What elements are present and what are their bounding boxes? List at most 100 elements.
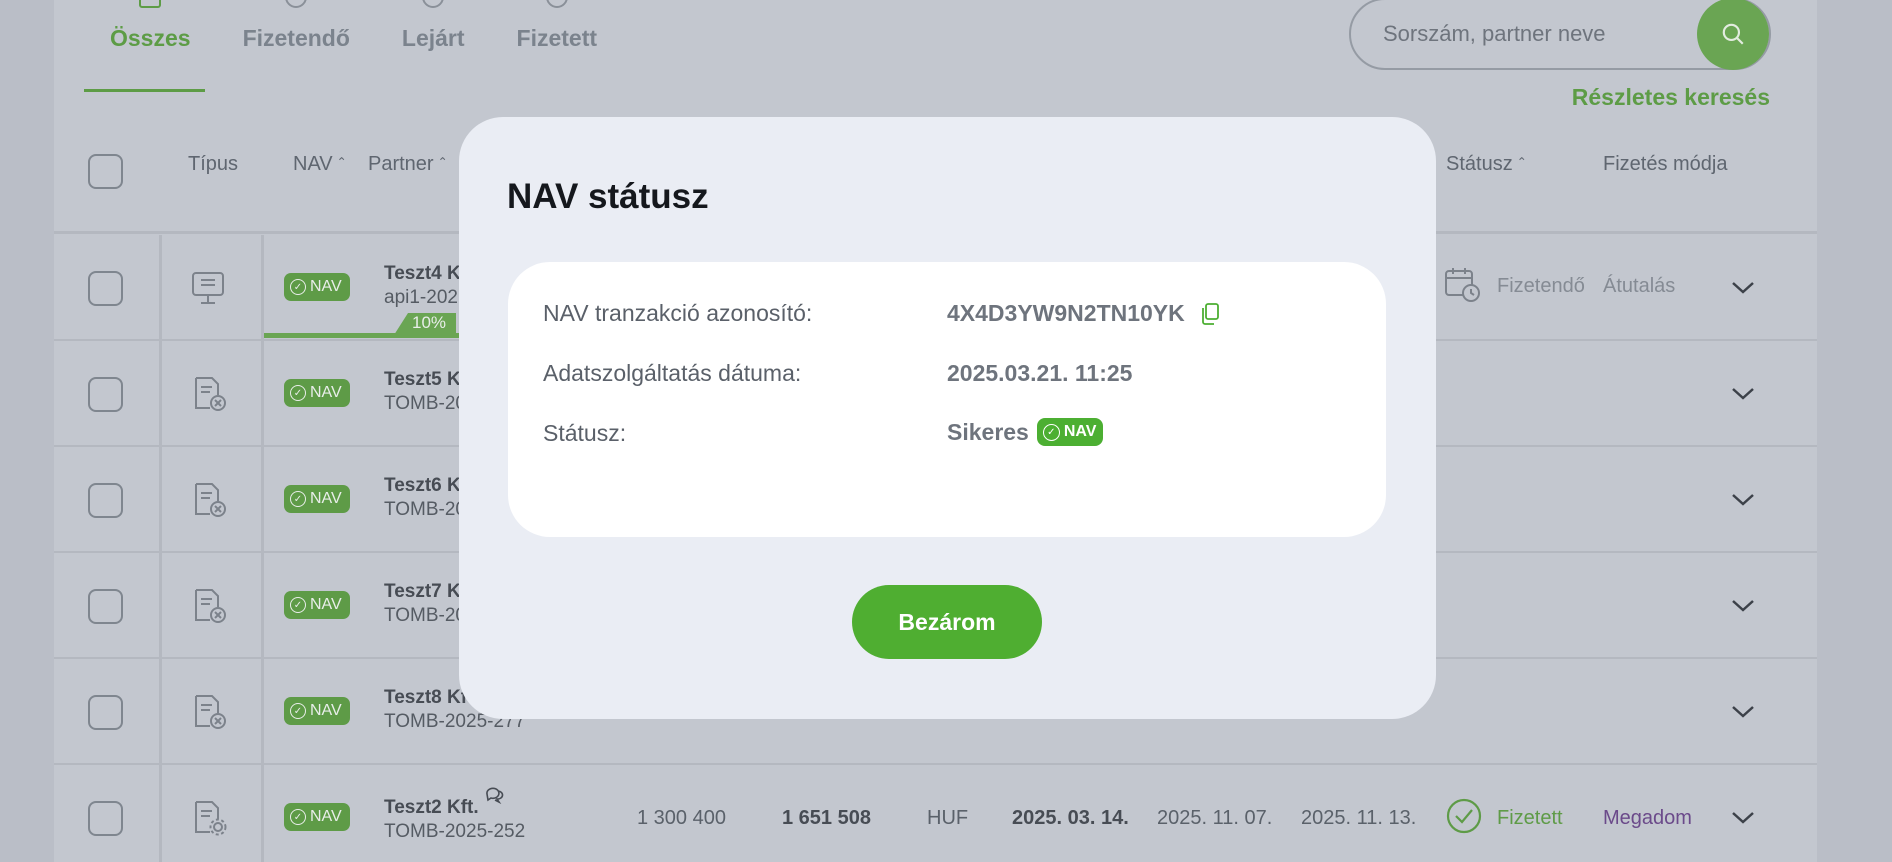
nav-badge[interactable]: ✓ NAV	[284, 697, 350, 725]
invoice-id: TOMB-2025-252	[384, 821, 526, 842]
status-label: Státusz:	[543, 420, 627, 446]
header-status[interactable]: Státusz ⌃	[1446, 153, 1527, 176]
check-icon: ✓	[290, 491, 306, 507]
divider	[261, 235, 264, 341]
divider	[159, 659, 162, 765]
row-checkbox[interactable]	[88, 801, 123, 836]
chevron-down-icon[interactable]	[1729, 379, 1757, 407]
chevron-down-icon[interactable]	[1729, 803, 1757, 831]
search-button[interactable]	[1697, 0, 1769, 70]
invoice-id: api1-202	[384, 287, 458, 308]
modal-title: NAV státusz	[507, 177, 709, 216]
tab-all[interactable]: Összes	[84, 0, 217, 96]
divider	[159, 765, 162, 862]
tab-overdue-label: Lejárt	[401, 24, 465, 51]
comment-icon[interactable]	[484, 785, 508, 805]
document-cancel-icon	[195, 589, 226, 623]
document-cancel-icon	[195, 483, 226, 517]
list-icon	[139, 0, 162, 8]
nav-badge[interactable]: ✓ NAV	[284, 273, 350, 301]
divider	[159, 341, 162, 447]
header-payment: Fizetés módja	[1603, 153, 1728, 175]
partner-name-text: Teszt2 Kft.	[384, 797, 479, 818]
divider	[261, 341, 264, 447]
payment-method: Átutalás	[1603, 275, 1676, 297]
check-icon: ✓	[290, 597, 306, 613]
nav-badge-label: NAV	[310, 490, 342, 507]
nav-badge[interactable]: ✓ NAV	[284, 379, 350, 407]
copy-icon[interactable]	[1199, 302, 1221, 326]
partner-cell: Teszt2 Kft. TOMB-2025-252	[384, 787, 526, 843]
nav-badge[interactable]: ✓ NAV	[284, 485, 350, 513]
clock-icon	[285, 0, 308, 8]
status-value: Sikeres	[947, 418, 1029, 445]
advanced-search-link[interactable]: Részletes keresés	[1572, 84, 1770, 111]
divider	[261, 447, 264, 553]
check-icon: ✓	[290, 703, 306, 719]
divider	[261, 659, 264, 765]
chevron-down-icon[interactable]	[1729, 591, 1757, 619]
chevron-down-icon[interactable]	[1729, 485, 1757, 513]
sort-icon: ⌃	[437, 155, 448, 169]
row-checkbox[interactable]	[88, 483, 123, 518]
nav-badge-label: NAV	[310, 808, 342, 825]
warning-icon	[422, 0, 445, 8]
header-type: Típus	[188, 153, 239, 175]
partner-cell: Teszt7 K TOMB-20	[384, 581, 466, 627]
header-status-label: Státusz	[1446, 153, 1513, 175]
nav-success-badge: ✓ NAV	[1036, 418, 1104, 446]
chevron-down-icon[interactable]	[1729, 697, 1757, 725]
row-checkbox[interactable]	[88, 377, 123, 412]
tab-overdue[interactable]: Lejárt	[376, 0, 491, 96]
issue-date: 2025. 03. 14.	[1012, 807, 1129, 829]
gross-amount: 1 651 508	[782, 807, 871, 829]
header-partner[interactable]: Partner ⌃	[368, 153, 448, 176]
tab-paid-label: Fizetett	[516, 24, 598, 51]
report-date-value: 2025.03.21. 11:25	[947, 360, 1133, 386]
nav-badge[interactable]: ✓ NAV	[284, 591, 350, 619]
tab-payable[interactable]: Fizetendő	[217, 0, 376, 96]
header-nav-label: NAV	[293, 153, 333, 175]
invoice-id: TOMB-20	[384, 605, 467, 626]
row-checkbox[interactable]	[88, 589, 123, 624]
check-circle-icon	[1446, 798, 1482, 834]
check-icon: ✓	[290, 385, 306, 401]
nav-badge[interactable]: ✓ NAV	[284, 803, 350, 831]
tab-paid[interactable]: Fizetett	[491, 0, 624, 96]
header-nav[interactable]: NAV ⌃	[293, 153, 347, 176]
partner-name: Teszt7 K	[384, 581, 461, 602]
search-input[interactable]	[1383, 16, 1673, 52]
nav-badge-label: NAV	[310, 278, 342, 295]
transaction-id-label: NAV tranzakció azonosító:	[543, 300, 813, 326]
table-row[interactable]: ✓ NAV Teszt2 Kft. TOMB-2025-252 1 300 400…	[54, 765, 1817, 862]
check-icon: ✓	[290, 279, 306, 295]
invoice-id: TOMB-20	[384, 393, 467, 414]
nav-badge-label: NAV	[310, 384, 342, 401]
net-amount: 1 300 400	[637, 807, 726, 829]
header-partner-label: Partner	[368, 153, 434, 175]
row-checkbox[interactable]	[88, 271, 123, 306]
divider	[261, 765, 264, 862]
divider	[159, 235, 162, 341]
calendar-clock-icon	[1445, 268, 1480, 302]
divider	[159, 553, 162, 659]
check-circle-icon	[545, 0, 568, 8]
sort-icon: ⌃	[336, 155, 347, 169]
document-cancel-icon	[195, 377, 226, 411]
partner-name: Teszt2 Kft.	[384, 787, 525, 819]
transaction-id-value: 4X4D3YW9N2TN10YK	[947, 300, 1185, 326]
partner-cell: Teszt6 K TOMB-20	[384, 475, 466, 521]
close-button[interactable]: Bezárom	[852, 585, 1042, 659]
select-all-checkbox[interactable]	[88, 154, 123, 189]
row-checkbox[interactable]	[88, 695, 123, 730]
partner-cell: Teszt4 K api1-202	[384, 263, 461, 309]
payment-method-link[interactable]: Megadom	[1603, 807, 1692, 830]
nav-status-modal: NAV státusz NAV tranzakció azonosító: 4X…	[459, 117, 1436, 719]
tab-all-label: Összes	[110, 24, 191, 51]
modal-info-panel: NAV tranzakció azonosító: 4X4D3YW9N2TN10…	[508, 262, 1386, 537]
partner-cell: Teszt5 K TOMB-20	[384, 369, 466, 415]
chevron-down-icon[interactable]	[1729, 273, 1757, 301]
nav-success-badge-label: NAV	[1063, 423, 1097, 440]
filter-tabs: Összes Fizetendő Lejárt Fizetett	[84, 0, 623, 96]
search-icon	[1722, 23, 1744, 45]
